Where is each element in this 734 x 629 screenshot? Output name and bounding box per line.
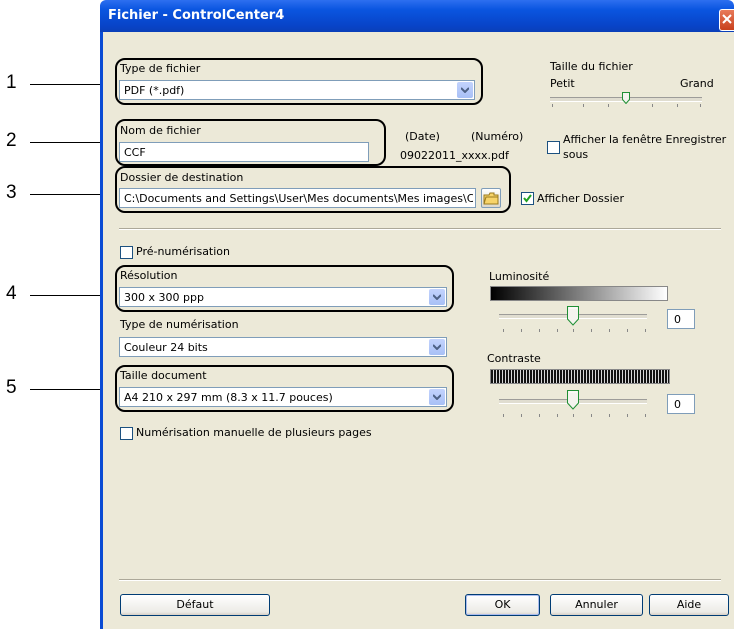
callout-5-highlight <box>115 365 454 412</box>
scan-type-label: Type de numérisation <box>120 318 239 331</box>
contrast-pattern-bar <box>490 369 670 384</box>
callout-4-highlight <box>115 265 454 312</box>
tick <box>627 414 628 417</box>
callout-2-highlight <box>115 119 386 166</box>
callout-2: 2 <box>6 130 17 151</box>
tick <box>609 329 610 332</box>
prescan-label: Pré-numérisation <box>136 245 231 258</box>
brightness-value: 0 <box>674 313 681 326</box>
prescan-checkbox[interactable] <box>120 246 133 259</box>
default-button[interactable]: Défaut <box>120 594 270 616</box>
manual-multi-checkbox[interactable] <box>120 427 133 440</box>
contrast-label: Contraste <box>487 352 541 365</box>
title-bar[interactable]: Fichier - ControlCenter4 <box>100 0 734 32</box>
tick <box>573 414 574 417</box>
divider <box>119 228 721 230</box>
tick <box>521 414 522 417</box>
file-name-example: 09022011_xxxx.pdf <box>400 149 509 162</box>
tick <box>503 329 504 332</box>
ok-button[interactable]: OK <box>465 594 540 616</box>
tick <box>573 329 574 332</box>
brightness-slider-thumb[interactable] <box>567 306 579 326</box>
chevron-down-icon[interactable] <box>429 339 445 355</box>
contrast-value-box[interactable]: 0 <box>667 394 695 414</box>
checkmark-icon <box>523 194 532 203</box>
brightness-value-box[interactable]: 0 <box>667 309 695 329</box>
tick <box>557 329 558 332</box>
close-icon <box>722 14 732 24</box>
show-save-as-label-line1: Afficher la fenêtre Enregistrer <box>563 133 727 146</box>
tick <box>591 414 592 417</box>
number-label: (Numéro) <box>471 130 524 143</box>
tick <box>627 329 628 332</box>
tick <box>652 104 653 107</box>
tick <box>608 104 609 107</box>
callout-1: 1 <box>6 72 17 93</box>
date-label: (Date) <box>405 130 440 143</box>
callout-1-highlight <box>115 58 483 105</box>
tick <box>677 104 678 107</box>
dialog-client-area: Type de fichier PDF (*.pdf) Taille du fi… <box>103 32 734 629</box>
file-size-min-label: Petit <box>550 77 575 90</box>
callout-3: 3 <box>6 182 17 203</box>
file-size-label: Taille du fichier <box>550 60 633 73</box>
close-button[interactable] <box>719 9 734 31</box>
manual-multi-label: Numérisation manuelle de plusieurs pages <box>136 426 372 439</box>
tick <box>645 329 646 332</box>
callout-5: 5 <box>6 377 17 398</box>
tick <box>503 414 504 417</box>
tick <box>591 329 592 332</box>
scan-type-value: Couleur 24 bits <box>124 341 208 354</box>
window-title: Fichier - ControlCenter4 <box>108 8 285 23</box>
tick <box>521 329 522 332</box>
cancel-button[interactable]: Annuler <box>550 594 643 616</box>
contrast-slider-thumb[interactable] <box>567 390 579 410</box>
file-size-max-label: Grand <box>680 77 714 90</box>
tick <box>539 329 540 332</box>
brightness-label: Luminosité <box>489 270 550 283</box>
tick <box>552 104 553 107</box>
tick <box>700 104 701 107</box>
tick <box>539 414 540 417</box>
file-size-slider-thumb[interactable] <box>622 92 630 104</box>
show-save-as-checkbox[interactable] <box>547 141 560 154</box>
tick <box>583 104 584 107</box>
divider <box>119 579 721 581</box>
dialog-window: Fichier - ControlCenter4 Type de fichier… <box>100 0 734 629</box>
callout-3-highlight <box>115 166 511 213</box>
contrast-value: 0 <box>674 398 681 411</box>
show-folder-checkbox[interactable] <box>521 192 534 205</box>
scan-type-select[interactable]: Couleur 24 bits <box>119 337 447 357</box>
tick <box>609 414 610 417</box>
tick <box>645 414 646 417</box>
show-folder-label: Afficher Dossier <box>537 192 624 205</box>
help-button[interactable]: Aide <box>649 594 729 616</box>
callout-4: 4 <box>6 283 17 304</box>
show-save-as-label-line2: sous <box>563 148 589 161</box>
brightness-gradient-bar <box>490 286 668 301</box>
tick <box>557 414 558 417</box>
